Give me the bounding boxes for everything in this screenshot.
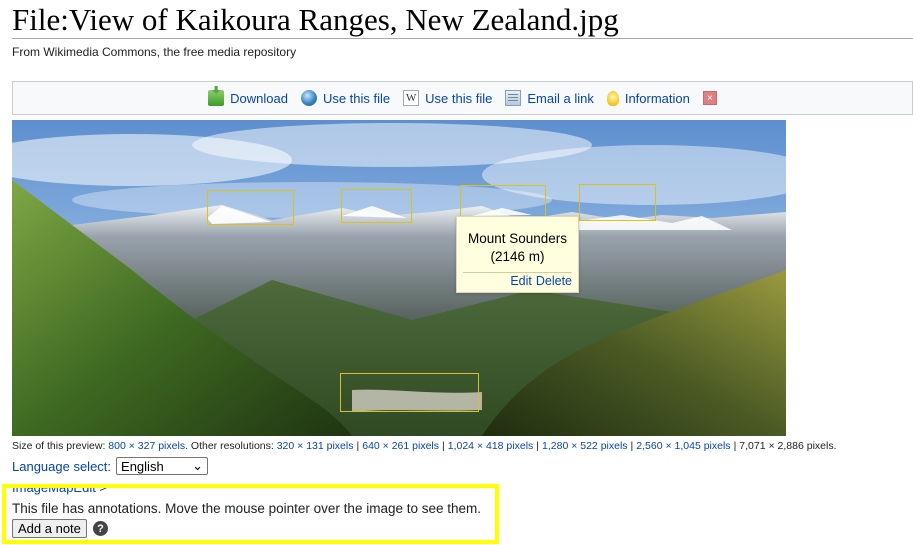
annotation-title: Mount Sounders [467,231,568,246]
close-toolbar-button[interactable]: × [702,91,717,105]
wikipedia-w-icon: W [403,90,420,106]
resolution-separator: | [733,440,737,452]
annotation-delete-link[interactable]: Delete [536,274,572,288]
resolution-separator: | [536,440,540,452]
resolution-link-2560[interactable]: 2,560 × 1,045 pixels [636,440,730,452]
email-link-button[interactable]: Email a link [505,90,594,106]
resolution-separator: | [356,440,360,452]
language-select-row: Language select: English ⌄ [12,457,209,475]
resolution-link-1280[interactable]: 1,280 × 522 pixels [542,440,628,452]
image-preview[interactable]: Mount Sounders (2146 m) Edit Delete [12,120,786,436]
language-select-label: Language select: [12,458,112,474]
use-file-wiki-button[interactable]: W Use this file [403,90,492,106]
resolution-link-320[interactable]: 320 × 131 pixels [277,440,354,452]
chevron-down-icon: ⌄ [192,458,204,473]
imagemapedit-link[interactable]: ImageMapEdit > [12,488,107,495]
use-file-label-2: Use this file [425,90,493,106]
use-file-commons-button[interactable]: Use this file [300,90,391,106]
tooltip-divider [463,272,572,273]
information-button[interactable]: Information [606,90,690,106]
language-selected-value: English [121,458,164,474]
preview-size-link[interactable]: 800 × 327 pixels [108,440,185,452]
annotation-box-mount-sounders[interactable] [460,185,546,218]
close-icon: × [702,91,717,105]
other-resolutions-label: . Other resolutions: [185,440,274,452]
file-toolbar: Download Use this file W Use this file E… [12,81,913,115]
annotation-tooltip: Mount Sounders (2146 m) Edit Delete [456,216,579,293]
information-label: Information [624,90,690,106]
title-divider [12,38,913,39]
annotation-box-2[interactable] [341,189,412,223]
download-icon [208,90,225,106]
annotation-elevation: (2146 m) [490,249,545,264]
download-button[interactable]: Download [208,90,288,106]
page-subtitle: From Wikimedia Commons, the free media r… [12,45,297,59]
resolution-list: Size of this preview: 800 × 327 pixels. … [12,440,837,452]
resolution-link-640[interactable]: 640 × 261 pixels [362,440,439,452]
email-label: Email a link [527,90,594,106]
preview-size-label: Size of this preview: [12,440,106,452]
help-icon[interactable]: ? [93,521,108,536]
add-note-button[interactable]: Add a note [12,519,87,538]
annotations-panel: ImageMapEdit > This file has annotations… [2,484,499,544]
language-select[interactable]: English ⌄ [116,457,209,475]
download-label: Download [230,90,288,106]
annotation-edit-link[interactable]: Edit [510,274,532,288]
original-resolution-link[interactable]: 7,071 × 2,886 pixels. [739,440,836,452]
lightbulb-icon [606,90,619,106]
resolution-link-1024[interactable]: 1,024 × 418 pixels [448,440,534,452]
page-title: File:View of Kaikoura Ranges, New Zealan… [12,2,619,37]
resolution-separator: | [442,440,445,452]
annotation-box-5[interactable] [340,373,479,412]
email-icon [505,90,522,106]
use-file-label-1: Use this file [322,90,391,106]
resolution-separator: | [630,440,634,452]
globe-icon [300,90,317,106]
annotations-notice: This file has annotations. Move the mous… [12,501,482,516]
annotation-box-1[interactable] [207,190,294,225]
annotation-box-4[interactable] [579,184,656,221]
